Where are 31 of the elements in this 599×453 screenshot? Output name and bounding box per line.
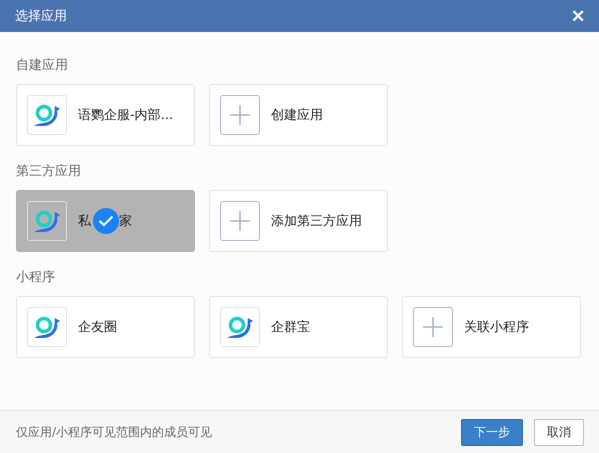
- plus-icon: [230, 105, 250, 125]
- section-title: 自建应用: [16, 57, 69, 75]
- add-app-card[interactable]: 关联小程序: [402, 296, 581, 358]
- app-name: 企群宝: [271, 319, 310, 336]
- cancel-button[interactable]: 取消: [534, 418, 584, 446]
- app-name: 企友圈: [78, 319, 117, 336]
- chat-bird-logo-icon: [32, 208, 62, 234]
- plus-icon: [230, 211, 250, 231]
- app-card[interactable]: 企群宝: [209, 296, 388, 358]
- check-icon: [93, 208, 119, 234]
- app-card[interactable]: 企友圈: [16, 296, 195, 358]
- app-name: 创建应用: [271, 107, 323, 124]
- dialog-title: 选择应用: [15, 8, 67, 25]
- add-app-card[interactable]: 创建应用: [209, 84, 388, 146]
- app-card[interactable]: 私 家: [16, 190, 195, 252]
- app-card[interactable]: 语鹦企服-内部...: [16, 84, 195, 146]
- chat-bird-logo-icon: [32, 102, 62, 128]
- app-name: 关联小程序: [464, 319, 529, 336]
- app-name: 语鹦企服-内部...: [78, 107, 174, 124]
- visibility-note: 仅应用/小程序可见范围内的成员可见: [16, 424, 212, 440]
- section-title: 第三方应用: [16, 163, 82, 181]
- section-title: 小程序: [16, 269, 56, 287]
- close-button[interactable]: ✕: [571, 6, 585, 26]
- app-name: 添加第三方应用: [271, 213, 362, 230]
- plus-icon: [423, 317, 443, 337]
- next-button[interactable]: 下一步: [461, 418, 523, 446]
- add-app-card[interactable]: 添加第三方应用: [209, 190, 388, 252]
- app-name-fragment: 家: [119, 213, 132, 230]
- chat-bird-logo-icon: [225, 314, 255, 340]
- app-name-fragment: 私: [78, 213, 91, 230]
- chat-bird-logo-icon: [32, 314, 62, 340]
